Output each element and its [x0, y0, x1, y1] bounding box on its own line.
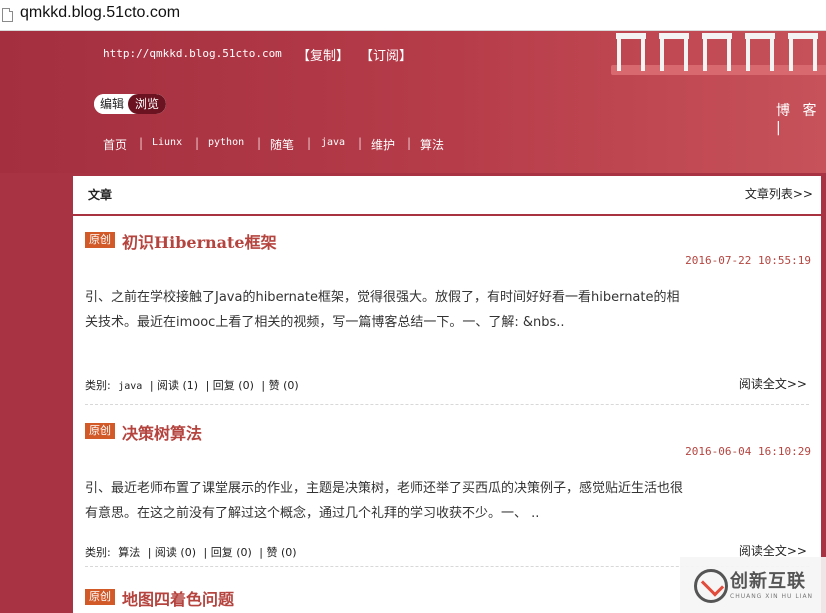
post-item: 原创 决策树算法 2016-06-04 16:10:29 引、最近老师布置了课堂…: [85, 420, 811, 568]
decor-chair: [659, 33, 689, 72]
nav-item-linux[interactable]: Liunx: [152, 137, 182, 148]
watermark-text: 创新互联: [730, 571, 806, 592]
category-link[interactable]: java: [118, 381, 142, 392]
article-list-link[interactable]: 文章列表>>: [745, 185, 813, 202]
post-date: 2016-06-04 16:10:29: [685, 445, 811, 458]
post-title[interactable]: 决策树算法: [122, 420, 202, 444]
nav-item-algorithms[interactable]: 算法: [420, 136, 444, 153]
read-count: | 阅读 (1): [149, 379, 199, 392]
post-divider: [85, 404, 809, 405]
reply-count[interactable]: | 回复 (0): [206, 379, 254, 392]
blog-url: http://qmkkd.blog.51cto.com: [103, 47, 282, 60]
post-date: 2016-07-22 10:55:19: [685, 254, 811, 267]
nav-item-python[interactable]: python: [208, 137, 244, 148]
nav-separator: |: [195, 136, 200, 150]
post-title[interactable]: 地图四着色问题: [122, 586, 234, 610]
original-badge: 原创: [85, 232, 115, 248]
site-watermark: 创新互联 CHUANG XIN HU LIAN: [680, 557, 826, 613]
nav-separator: |: [139, 136, 144, 150]
edit-browse-toggle[interactable]: 编辑 浏览: [94, 94, 166, 114]
nav-item-java[interactable]: java: [321, 137, 345, 148]
reply-count[interactable]: | 回复 (0): [204, 546, 252, 559]
post-meta: 类别: java | 阅读 (1) | 回复 (0) | 赞 (0): [85, 377, 303, 393]
nav-item-home[interactable]: 首页: [103, 136, 127, 153]
url-text[interactable]: qmkkd.blog.51cto.com: [20, 4, 180, 22]
post-title[interactable]: 初识Hibernate框架: [122, 229, 277, 253]
post-excerpt: 引、之前在学校接触了Java的hibernate框架，觉得很强大。放假了，有时间…: [85, 290, 680, 330]
read-more-link[interactable]: 阅读全文>>: [739, 375, 807, 392]
nav-separator: |: [407, 136, 412, 150]
read-count: | 阅读 (0): [147, 546, 196, 559]
blog-label: 博 客 |: [776, 103, 821, 136]
original-badge: 原创: [85, 589, 115, 605]
subscribe-link[interactable]: 【订阅】: [360, 45, 412, 64]
decor-chair: [788, 33, 818, 72]
edit-toggle-button[interactable]: 编辑: [94, 94, 130, 114]
watermark-subtext: CHUANG XIN HU LIAN: [730, 593, 814, 600]
nav-separator: |: [307, 136, 312, 150]
address-bar[interactable]: qmkkd.blog.51cto.com: [0, 0, 826, 31]
header-decoration: [601, 31, 826, 79]
nav-item-essays[interactable]: 随笔: [270, 136, 294, 153]
nav-item-maintenance[interactable]: 维护: [371, 136, 395, 153]
like-count[interactable]: | 赞 (0): [261, 379, 298, 392]
articles-panel: 文章 文章列表>> 原创 初识Hibernate框架 2016-07-22 10…: [73, 176, 821, 613]
original-badge: 原创: [85, 423, 115, 439]
post-excerpt: 引、最近老师布置了课堂展示的作业，主题是决策树，老师还举了买西瓜的决策例子，感觉…: [85, 481, 684, 521]
watermark-logo-icon: [694, 569, 728, 603]
panel-header: 文章 文章列表>>: [73, 176, 821, 216]
panel-title: 文章: [88, 188, 113, 202]
browse-toggle-button[interactable]: 浏览: [128, 94, 166, 114]
page-icon: [2, 8, 13, 22]
nav-separator: |: [358, 136, 363, 150]
decor-chair: [702, 33, 732, 72]
decor-chair: [616, 33, 646, 72]
post-item: 原创 初识Hibernate框架 2016-07-22 10:55:19 引、之…: [85, 229, 811, 405]
category-label: 类别:: [85, 379, 111, 392]
decor-chair: [745, 33, 775, 72]
like-count[interactable]: | 赞 (0): [259, 546, 296, 559]
nav-separator: |: [257, 136, 262, 150]
post-meta: 类别: 算法 | 阅读 (0) | 回复 (0) | 赞 (0): [85, 544, 301, 560]
category-label: 类别:: [85, 546, 111, 559]
category-link[interactable]: 算法: [118, 546, 140, 559]
copy-link[interactable]: 【复制】: [297, 45, 349, 64]
